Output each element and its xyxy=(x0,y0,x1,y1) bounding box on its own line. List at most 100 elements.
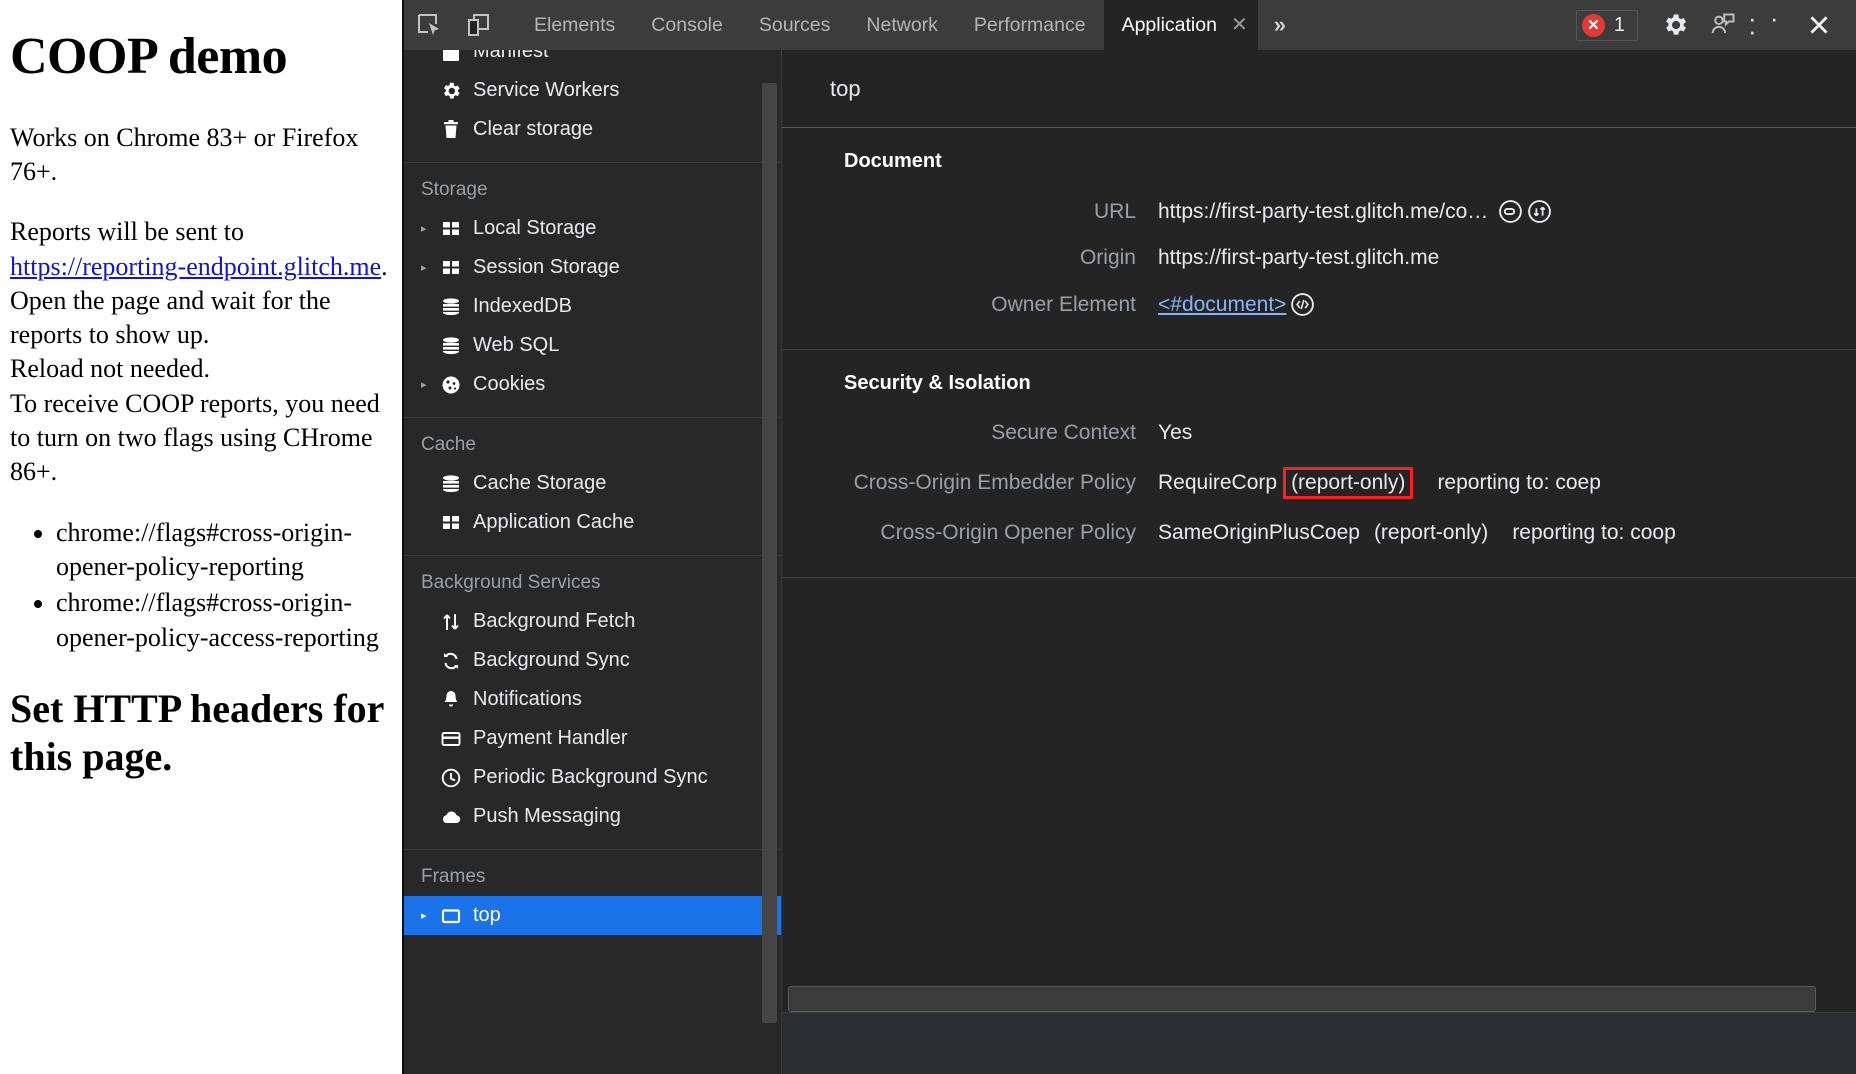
tab-sources[interactable]: Sources xyxy=(741,0,849,50)
sidebar-item-application-cache[interactable]: ▸ Application Cache xyxy=(404,503,781,542)
application-sidebar[interactable]: ▸ Manifest ▸ Service Workers xyxy=(404,50,782,1074)
device-toolbar-icon[interactable] xyxy=(454,0,504,50)
table-icon xyxy=(440,257,471,279)
reporting-endpoint-link[interactable]: https://reporting-endpoint.glitch.me xyxy=(10,252,381,281)
tab-label: Application xyxy=(1121,13,1217,36)
coep-value: RequireCorp xyxy=(1158,471,1278,494)
owner-element-value-group: <#document> xyxy=(1158,292,1315,317)
tab-application[interactable]: Application ✕ xyxy=(1103,0,1258,50)
sidebar-item-service-workers[interactable]: ▸ Service Workers xyxy=(404,71,781,110)
more-tabs-icon[interactable]: » xyxy=(1258,0,1302,50)
coop-value-group: SameOriginPlusCoep (report-only) reporti… xyxy=(1158,521,1676,545)
horizontal-scrollbar-area xyxy=(782,982,1856,1012)
frame-details-title: top xyxy=(782,50,1856,128)
sidebar-item-label: Manifest xyxy=(473,50,549,62)
sidebar-item-cache-storage[interactable]: ▸ Cache Storage xyxy=(404,464,781,503)
url-value-group: https://first-party-test.glitch.me/co… xyxy=(1158,199,1552,224)
sidebar-item-clear-storage[interactable]: ▸ Clear storage xyxy=(404,110,781,149)
close-icon[interactable]: ✕ xyxy=(1231,15,1248,35)
sidebar-item-payment-handler[interactable]: ▸ Payment Handler xyxy=(404,719,781,758)
tab-elements[interactable]: Elements xyxy=(516,0,633,50)
sidebar-item-periodic-background-sync[interactable]: ▸ Periodic Background Sync xyxy=(404,758,781,797)
tab-label: Network xyxy=(866,13,938,36)
error-count-badge[interactable]: ✕ 1 xyxy=(1575,9,1638,41)
sidebar-item-background-fetch[interactable]: ▸ Background Fetch xyxy=(404,602,781,641)
coep-label: Cross-Origin Embedder Policy xyxy=(853,471,1136,494)
chevron-right-icon[interactable]: ▸ xyxy=(421,378,440,391)
sidebar-item-label: Background Sync xyxy=(473,649,630,671)
list-item: chrome://flags#cross-origin-opener-polic… xyxy=(56,516,390,585)
coop-value: SameOriginPlusCoep xyxy=(1158,521,1360,544)
panel-empty-space xyxy=(782,578,1856,982)
sidebar-item-indexeddb[interactable]: ▸ IndexedDB xyxy=(404,287,781,326)
sidebar-item-label: Session Storage xyxy=(473,256,620,278)
coop-row: Cross-Origin Opener Policy SameOriginPlu… xyxy=(782,521,1856,545)
tab-console[interactable]: Console xyxy=(633,0,741,50)
section-title: Security & Isolation xyxy=(844,372,1031,394)
frame-details-panel: top Document URL https://first-party-tes… xyxy=(782,50,1856,1074)
reveal-in-network-icon[interactable] xyxy=(1498,199,1523,224)
sidebar-item-notifications[interactable]: ▸ Notifications xyxy=(404,680,781,719)
tab-label: Performance xyxy=(973,13,1086,36)
horizontal-scrollbar[interactable] xyxy=(788,986,1816,1012)
sidebar-item-manifest[interactable]: ▸ Manifest xyxy=(404,50,781,71)
error-icon: ✕ xyxy=(1581,13,1605,37)
coep-row: Cross-Origin Embedder Policy RequireCorp… xyxy=(782,467,1856,499)
url-label: URL xyxy=(1093,199,1136,223)
open-in-sources-icon[interactable] xyxy=(1527,199,1552,224)
devtools-screenshot: COOP demo Works on Chrome 83+ or Firefox… xyxy=(0,0,1856,1074)
close-devtools-icon[interactable] xyxy=(1796,2,1842,48)
chevron-right-icon[interactable]: ▸ xyxy=(421,261,440,274)
sidebar-item-cookies[interactable]: ▸ Cookies xyxy=(404,365,781,404)
sidebar-item-label: IndexedDB xyxy=(473,295,572,317)
chevron-right-icon[interactable]: ▸ xyxy=(421,222,440,235)
tab-performance[interactable]: Performance xyxy=(956,0,1104,50)
tab-network[interactable]: Network xyxy=(848,0,956,50)
sidebar-item-label: Payment Handler xyxy=(473,727,628,749)
reload-text: Reload not needed. xyxy=(10,354,210,384)
document-section: Document URL https://first-party-test.gl… xyxy=(782,128,1856,350)
clock-icon xyxy=(440,767,471,789)
table-icon xyxy=(440,218,471,240)
sidebar-group-header: Storage xyxy=(421,179,488,200)
sidebar-group-background-services: Background Services ▸ Background Fetch xyxy=(404,556,781,850)
more-options-icon[interactable]: · · · xyxy=(1748,2,1794,48)
feedback-person-icon[interactable] xyxy=(1700,2,1746,48)
owner-element-link[interactable]: <#document> xyxy=(1158,293,1286,317)
sidebar-group-frames: Frames ▸ top xyxy=(404,850,781,935)
error-count-label: 1 xyxy=(1613,13,1625,36)
origin-label: Origin xyxy=(1079,246,1136,269)
database-icon xyxy=(440,473,471,495)
coop-label: Cross-Origin Opener Policy xyxy=(880,521,1136,544)
sidebar-group-storage: Storage ▸ Local Storage ▸ Session Storag… xyxy=(404,163,781,418)
inspect-element-icon[interactable] xyxy=(404,0,454,50)
sidebar-group-header: Frames xyxy=(421,866,486,887)
sidebar-item-session-storage[interactable]: ▸ Session Storage xyxy=(404,248,781,287)
sidebar-item-push-messaging[interactable]: ▸ Push Messaging xyxy=(404,797,781,836)
cookie-icon xyxy=(440,374,471,396)
database-icon xyxy=(440,335,471,357)
sidebar-scrollbar[interactable] xyxy=(762,83,777,1023)
sidebar-item-label: Cookies xyxy=(473,373,546,395)
sidebar-item-background-sync[interactable]: ▸ Background Sync xyxy=(404,641,781,680)
manifest-icon xyxy=(440,50,471,63)
link-period: . xyxy=(381,251,388,281)
page-title: COOP demo xyxy=(10,28,288,85)
coop-flags-text: To receive COOP reports, you need to tur… xyxy=(10,388,380,487)
sidebar-item-top-frame[interactable]: ▸ top xyxy=(404,896,781,935)
coop-reporting-endpoint: reporting to: coop xyxy=(1512,521,1676,544)
section-title: Document xyxy=(844,150,942,172)
coep-reporting-endpoint: reporting to: coep xyxy=(1437,471,1601,494)
sidebar-group-application: ▸ Manifest ▸ Service Workers xyxy=(404,50,781,163)
database-icon xyxy=(440,296,471,318)
sidebar-group-header: Background Services xyxy=(421,572,601,593)
reports-paragraph: Reports will be sent to https://reportin… xyxy=(10,215,390,490)
sidebar-item-local-storage[interactable]: ▸ Local Storage xyxy=(404,209,781,248)
rendered-web-page: COOP demo Works on Chrome 83+ or Firefox… xyxy=(0,0,402,1074)
gear-icon[interactable] xyxy=(1652,2,1698,48)
code-icon[interactable] xyxy=(1290,292,1315,317)
chevron-right-icon[interactable]: ▸ xyxy=(421,909,440,922)
sidebar-item-web-sql[interactable]: ▸ Web SQL xyxy=(404,326,781,365)
secure-context-label: Secure Context xyxy=(991,421,1136,444)
compat-paragraph: Works on Chrome 83+ or Firefox 76+. xyxy=(10,122,359,186)
